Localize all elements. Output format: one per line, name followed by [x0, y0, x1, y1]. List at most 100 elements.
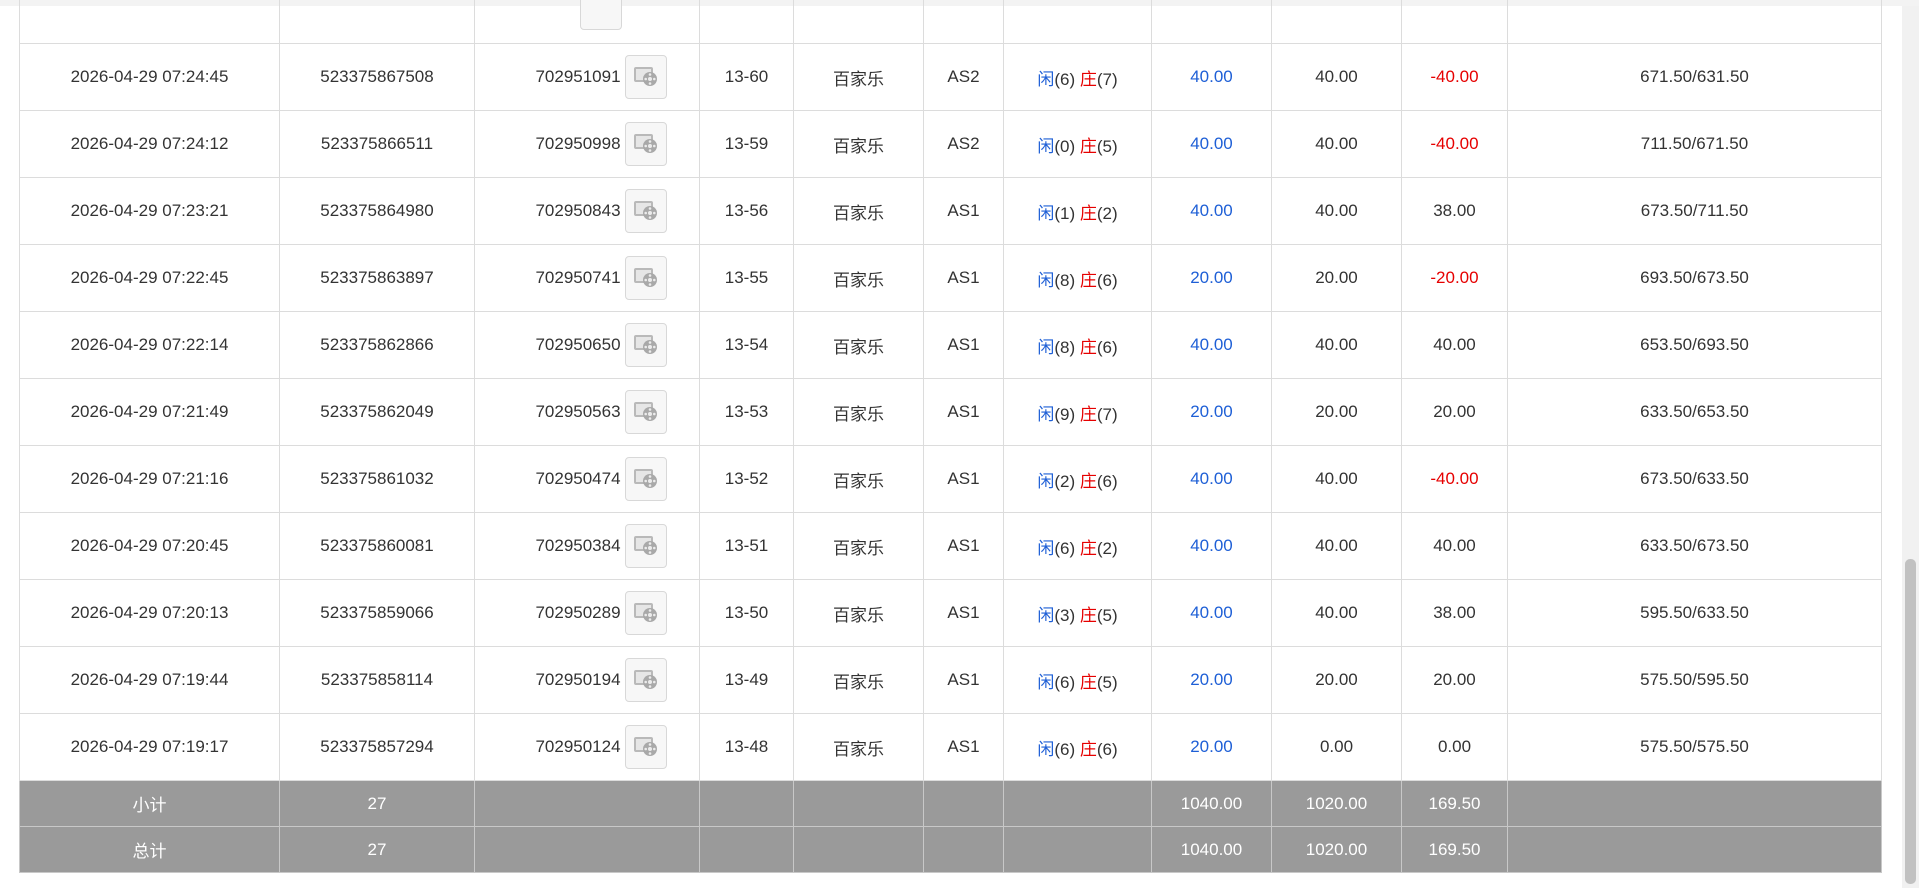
win-loss: 20.00: [1401, 646, 1508, 714]
video-replay-button[interactable]: [624, 256, 667, 300]
valid-bet: 40.00: [1271, 177, 1402, 245]
bet-id: 523375860081: [279, 512, 475, 580]
video-replay-button[interactable]: [624, 457, 667, 501]
player-label: 闲: [1037, 203, 1055, 223]
result-cell: 闲(6) 庄(5): [1003, 646, 1152, 714]
bet-time: 2026-04-29 07:21:49: [19, 378, 280, 446]
video-replay-button[interactable]: [580, 0, 622, 30]
round-id: 702950474: [535, 469, 621, 488]
total-win: 169.50: [1401, 826, 1508, 873]
valid-bet: 40.00: [1271, 512, 1402, 580]
game-name: 百家乐: [793, 43, 924, 111]
vertical-scrollbar[interactable]: [1902, 6, 1919, 888]
banker-points: (6): [1096, 471, 1118, 491]
total-bet: 1040.00: [1151, 826, 1272, 873]
video-replay-button[interactable]: [624, 55, 667, 99]
player-label: 闲: [1037, 605, 1055, 625]
video-replay-button[interactable]: [624, 390, 667, 434]
player-label: 闲: [1037, 471, 1055, 491]
player-label: 闲: [1037, 270, 1055, 290]
video-replay-button[interactable]: [624, 189, 667, 233]
video-replay-button[interactable]: [624, 122, 667, 166]
film-reel-icon: [633, 536, 657, 555]
result-cell: 闲(6) 庄(6): [1003, 713, 1152, 781]
round-id: 702950843: [535, 201, 621, 220]
shoe-hand: 13-54: [699, 311, 794, 379]
player-label: 闲: [1037, 136, 1055, 156]
video-replay-button[interactable]: [624, 524, 667, 568]
game-name: 百家乐: [793, 177, 924, 245]
result-cell: 闲(1) 庄(2): [1003, 177, 1152, 245]
shoe-hand: 13-59: [699, 110, 794, 178]
table-row: 2026-04-29 07:19:44 523375858114 702950194…: [19, 646, 1882, 714]
player-label: 闲: [1037, 337, 1055, 357]
bet-time: 2026-04-29 07:23:21: [19, 177, 280, 245]
film-reel-icon: [633, 134, 657, 153]
banker-label: 庄: [1079, 69, 1097, 89]
bet-id: 523375857294: [279, 713, 475, 781]
game-name: 百家乐: [793, 579, 924, 647]
round-id-cell: 702950384: [474, 512, 700, 580]
table-row: 2026-04-29 07:20:13 523375859066 702950289…: [19, 579, 1882, 647]
video-replay-button[interactable]: [624, 323, 667, 367]
banker-points: (6): [1096, 739, 1118, 759]
subtotal-count: 27: [279, 780, 475, 827]
table-row: 2026-04-29 07:24:45 523375867508 702951091…: [19, 43, 1882, 111]
banker-points: (2): [1096, 538, 1118, 558]
subtotal-win: 169.50: [1401, 780, 1508, 827]
bet-id: 523375862049: [279, 378, 475, 446]
film-reel-icon: [633, 201, 657, 220]
win-loss: 0.00: [1401, 713, 1508, 781]
round-id: 702950289: [535, 603, 621, 622]
video-replay-button[interactable]: [624, 591, 667, 635]
table-code: AS1: [923, 311, 1004, 379]
banker-points: (5): [1096, 672, 1118, 692]
total-valid: 1020.00: [1271, 826, 1402, 873]
table-row: 2026-04-29 07:22:45 523375863897 702950741…: [19, 244, 1882, 312]
bet-amount: 40.00: [1151, 445, 1272, 513]
bet-id: 523375866511: [279, 110, 475, 178]
video-replay-button[interactable]: [624, 725, 667, 769]
valid-bet: 0.00: [1271, 713, 1402, 781]
table-row: 2026-04-29 07:22:14 523375862866 702950650…: [19, 311, 1882, 379]
bet-id: 523375864980: [279, 177, 475, 245]
balance-before-after: 671.50/631.50: [1507, 43, 1882, 111]
balance-before-after: 575.50/595.50: [1507, 646, 1882, 714]
player-points: (9): [1054, 404, 1076, 424]
bet-records-table: 2026-04-29 07:24:45 523375867508 702951091…: [19, 0, 1882, 873]
game-name: 百家乐: [793, 646, 924, 714]
video-replay-button[interactable]: [624, 658, 667, 702]
player-points: (6): [1054, 69, 1076, 89]
banker-points: (7): [1096, 69, 1118, 89]
bet-amount: 20.00: [1151, 244, 1272, 312]
table-code: AS1: [923, 445, 1004, 513]
film-reel-icon: [633, 670, 657, 689]
valid-bet: 40.00: [1271, 445, 1402, 513]
round-id-cell: 702950124: [474, 713, 700, 781]
table-row: 2026-04-29 07:19:17 523375857294 702950124…: [19, 713, 1882, 781]
scrollbar-thumb[interactable]: [1905, 559, 1916, 884]
table-code: AS1: [923, 646, 1004, 714]
valid-bet: 40.00: [1271, 110, 1402, 178]
banker-label: 庄: [1079, 538, 1097, 558]
result-cell: 闲(8) 庄(6): [1003, 311, 1152, 379]
shoe-hand: 13-53: [699, 378, 794, 446]
bet-time: 2026-04-29 07:22:45: [19, 244, 280, 312]
win-loss: -20.00: [1401, 244, 1508, 312]
round-id: 702950563: [535, 402, 621, 421]
table-code: AS1: [923, 512, 1004, 580]
round-id: 702950998: [535, 134, 621, 153]
round-id: 702950194: [535, 670, 621, 689]
bet-id: 523375862866: [279, 311, 475, 379]
bet-amount: 20.00: [1151, 378, 1272, 446]
round-id-cell: 702951091: [474, 43, 700, 111]
banker-label: 庄: [1079, 270, 1097, 290]
result-cell: 闲(9) 庄(7): [1003, 378, 1152, 446]
bet-id: 523375861032: [279, 445, 475, 513]
win-loss: -40.00: [1401, 445, 1508, 513]
bet-id: 523375859066: [279, 579, 475, 647]
balance-before-after: 595.50/633.50: [1507, 579, 1882, 647]
total-label: 总计: [19, 826, 280, 873]
banker-label: 庄: [1079, 136, 1097, 156]
player-label: 闲: [1037, 538, 1055, 558]
